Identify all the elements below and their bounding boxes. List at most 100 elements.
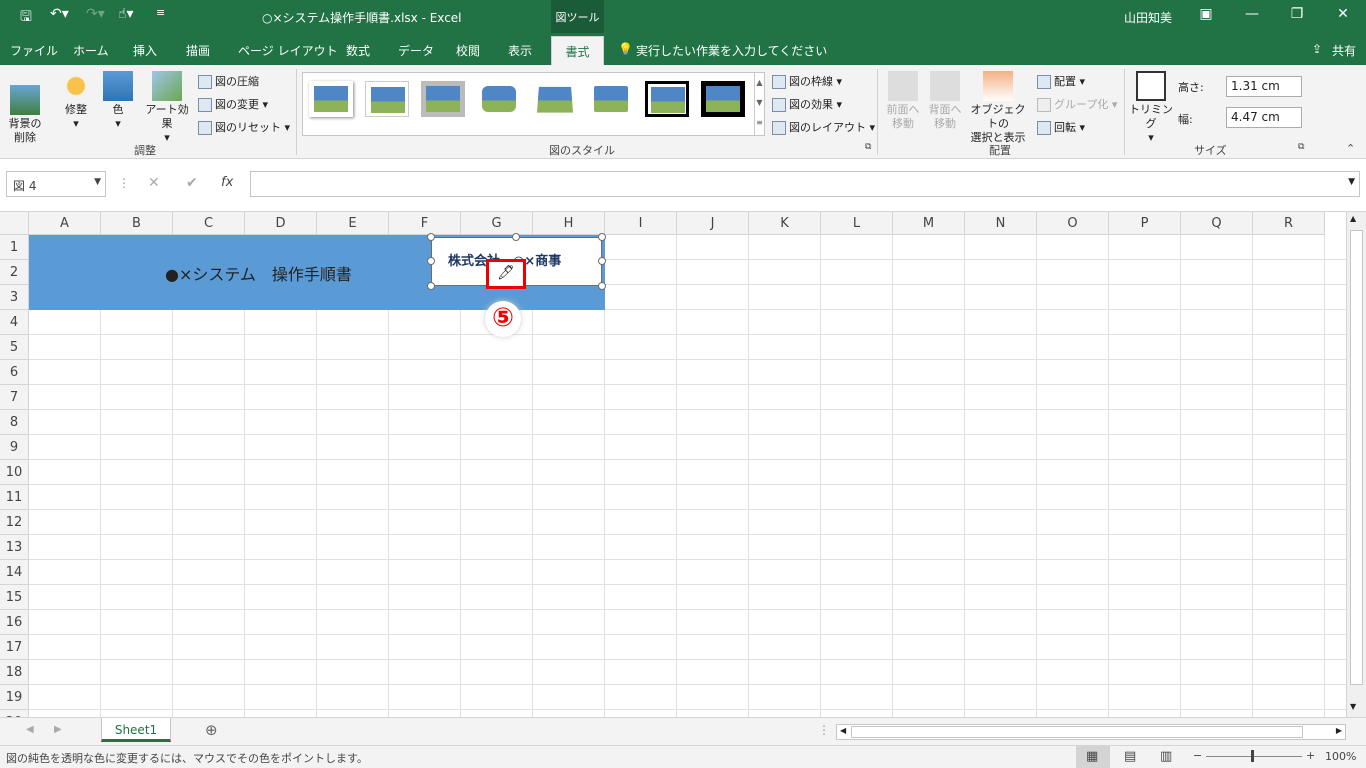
tab-review[interactable]: 校閲 <box>456 42 480 59</box>
formula-input[interactable]: ▼ <box>250 171 1360 197</box>
close-icon[interactable]: ✕ <box>1333 6 1353 22</box>
row-header[interactable]: 17 <box>0 635 29 660</box>
horizontal-scrollbar[interactable]: ◀ ▶ <box>836 724 1346 740</box>
style-thumb[interactable] <box>533 81 577 117</box>
zoom-level[interactable]: 100% <box>1325 750 1356 763</box>
column-header[interactable]: P <box>1109 212 1181 235</box>
row-header[interactable]: 14 <box>0 560 29 585</box>
style-thumb[interactable] <box>421 81 465 117</box>
ribbon-display-icon[interactable]: ▣ <box>1196 6 1216 22</box>
tab-format[interactable]: 書式 <box>551 36 604 65</box>
zoom-slider[interactable] <box>1206 756 1302 757</box>
reset-picture-button[interactable]: 図のリセット ▾ <box>198 119 290 135</box>
style-thumb[interactable] <box>589 81 633 117</box>
column-header[interactable]: Q <box>1181 212 1253 235</box>
user-name[interactable]: 山田知美 <box>1124 9 1172 26</box>
column-header[interactable]: R <box>1253 212 1325 235</box>
compress-pictures-button[interactable]: 図の圧縮 <box>198 73 259 89</box>
width-input[interactable]: 4.47 cm <box>1226 107 1302 128</box>
redo-icon[interactable]: ↷▾ <box>86 6 105 22</box>
scroll-down-icon[interactable]: ▼ <box>1350 702 1356 711</box>
name-box[interactable]: 図 4 ▼ <box>6 171 106 197</box>
expand-formula-icon[interactable]: ▼ <box>1348 177 1355 187</box>
column-header[interactable]: O <box>1037 212 1109 235</box>
row-header[interactable]: 1 <box>0 235 29 260</box>
row-header[interactable]: 10 <box>0 460 29 485</box>
tab-file[interactable]: ファイル <box>10 42 58 59</box>
row-header[interactable]: 5 <box>0 335 29 360</box>
row-header[interactable]: 7 <box>0 385 29 410</box>
tab-formulas[interactable]: 数式 <box>346 42 370 59</box>
column-header[interactable]: D <box>245 212 317 235</box>
column-header[interactable]: F <box>389 212 461 235</box>
size-dialog-launcher-icon[interactable]: ⧉ <box>1298 142 1304 152</box>
column-header[interactable]: K <box>749 212 821 235</box>
collapse-ribbon-icon[interactable]: ⌃ <box>1346 142 1355 155</box>
save-icon[interactable]: 🖫 <box>20 6 32 30</box>
style-thumb[interactable] <box>701 81 745 117</box>
column-header[interactable]: L <box>821 212 893 235</box>
next-sheet-icon[interactable]: ▶ <box>54 724 62 735</box>
column-header[interactable]: M <box>893 212 965 235</box>
row-header[interactable]: 3 <box>0 285 29 310</box>
worksheet-grid[interactable]: ABCDEFGHIJKLMNOPQR 1 2 3 4 5 6 7 8 9 10 11 12 13 14 15… <box>0 212 1346 717</box>
tab-draw[interactable]: 描画 <box>186 42 210 59</box>
style-thumb[interactable] <box>645 81 689 117</box>
zoom-slider-thumb[interactable] <box>1251 750 1254 762</box>
scroll-left-icon[interactable]: ◀ <box>840 726 846 735</box>
resize-handle[interactable] <box>598 233 606 241</box>
row-header[interactable]: 2 <box>0 260 29 285</box>
horizontal-scroll-thumb[interactable] <box>851 726 1303 738</box>
row-header[interactable]: 11 <box>0 485 29 510</box>
gallery-scroll[interactable]: ▲ ▼ ≡ <box>754 73 764 135</box>
crop-button[interactable]: トリミング ▾ <box>1128 71 1174 145</box>
column-header[interactable]: J <box>677 212 749 235</box>
prev-sheet-icon[interactable]: ◀ <box>26 724 34 735</box>
resize-handle[interactable] <box>427 282 435 290</box>
height-input[interactable]: 1.31 cm <box>1226 76 1302 97</box>
vertical-scrollbar[interactable]: ▲ ▼ <box>1346 212 1366 717</box>
tell-me-input[interactable]: 実行したい作業を入力してください <box>636 42 827 59</box>
touch-mode-icon[interactable]: ☝▾ <box>118 6 134 22</box>
sheet-title[interactable]: ●×システム 操作手順書 <box>165 261 352 285</box>
customize-qat-icon[interactable]: ≡ <box>156 6 165 19</box>
group-button[interactable]: グループ化 ▾ <box>1037 96 1117 112</box>
row-header[interactable]: 4 <box>0 310 29 335</box>
enter-icon[interactable]: ✔ <box>186 175 198 191</box>
align-button[interactable]: 配置 ▾ <box>1037 73 1085 89</box>
picture-effects-button[interactable]: 図の効果 ▾ <box>772 96 842 112</box>
resize-handle[interactable] <box>427 257 435 265</box>
row-header[interactable]: 9 <box>0 435 29 460</box>
select-all-corner[interactable] <box>0 212 29 235</box>
artistic-effects-button[interactable]: アート効果 ▾ <box>140 71 194 145</box>
share-icon[interactable]: ⇪ <box>1312 42 1322 56</box>
name-box-dropdown-icon[interactable]: ▼ <box>94 177 101 187</box>
scroll-right-icon[interactable]: ▶ <box>1336 726 1342 735</box>
row-header[interactable]: 20 <box>0 710 29 717</box>
picture-styles-gallery[interactable]: ▲ ▼ ≡ <box>302 72 765 136</box>
cancel-icon[interactable]: ✕ <box>148 175 160 191</box>
picture-layout-button[interactable]: 図のレイアウト ▾ <box>772 119 875 135</box>
column-header[interactable]: E <box>317 212 389 235</box>
page-break-view-icon[interactable]: ▥ <box>1160 749 1172 764</box>
add-sheet-icon[interactable]: ⊕ <box>205 721 218 739</box>
remove-background-button[interactable]: 背景の 削除 <box>4 71 46 145</box>
column-header[interactable]: B <box>101 212 173 235</box>
rotate-button[interactable]: 回転 ▾ <box>1037 119 1085 135</box>
bring-forward-button[interactable]: 前面へ 移動 <box>883 71 923 131</box>
style-thumb[interactable] <box>477 81 521 117</box>
column-header[interactable]: A <box>29 212 101 235</box>
normal-view-button[interactable]: ▦ <box>1076 746 1110 768</box>
style-thumb[interactable] <box>365 81 409 117</box>
row-header[interactable]: 13 <box>0 535 29 560</box>
send-backward-button[interactable]: 背面へ 移動 <box>925 71 965 131</box>
dialog-launcher-icon[interactable]: ⧉ <box>865 142 871 152</box>
minimize-icon[interactable]: — <box>1242 6 1262 22</box>
row-header[interactable]: 16 <box>0 610 29 635</box>
resize-handle[interactable] <box>598 282 606 290</box>
column-header[interactable]: C <box>173 212 245 235</box>
sheet-tab-sheet1[interactable]: Sheet1 <box>101 718 171 742</box>
row-header[interactable]: 18 <box>0 660 29 685</box>
column-header[interactable]: N <box>965 212 1037 235</box>
share-button[interactable]: 共有 <box>1332 42 1356 59</box>
